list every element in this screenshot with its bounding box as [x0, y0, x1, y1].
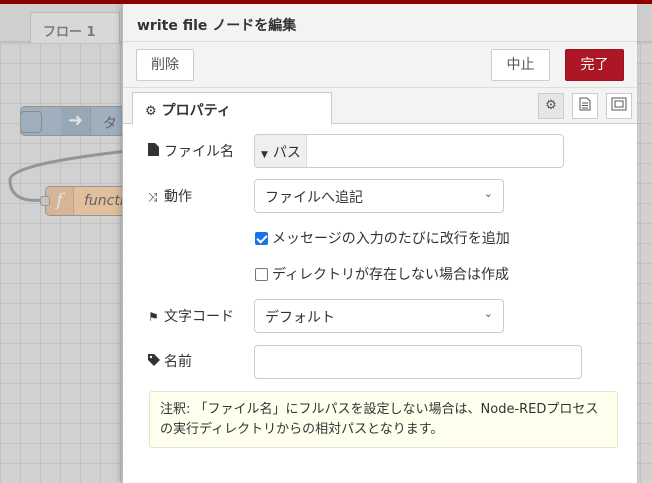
- name-label: 名前: [164, 354, 192, 370]
- tag-icon: [148, 354, 164, 369]
- append-newline-checkbox-row[interactable]: メッセージの入力のたびに改行を追加: [255, 228, 510, 248]
- tray-toolbar: 削除 中止 完了: [123, 42, 637, 88]
- create-dir-checkbox-row[interactable]: ディレクトリが存在しない場合は作成: [255, 264, 509, 284]
- caret-down-icon: ▼: [261, 150, 268, 160]
- cancel-button[interactable]: 中止: [491, 49, 550, 81]
- edit-tray: write file ノードを編集 削除 中止 完了 ⚙ プロパティ ⚙ ファイル…: [122, 4, 637, 483]
- tip-note: 注釈: 「ファイル名」にフルパスを設定しない場合は、Node-REDプロセスの実…: [149, 391, 618, 448]
- done-button[interactable]: 完了: [565, 49, 624, 81]
- filename-type-value: パス: [272, 145, 301, 161]
- create-dir-checkbox[interactable]: [255, 268, 268, 281]
- header-bar: [0, 0, 652, 4]
- create-dir-label: ディレクトリが存在しない場合は作成: [272, 267, 510, 283]
- properties-form: ファイル名 ▼ パス ⤨ 動作 ファイルへ追記 ⌄ メッセージの入力のたびに改行を追…: [123, 124, 637, 483]
- tray-title: write file ノードを編集: [123, 4, 637, 42]
- encoding-value: デフォルト: [265, 310, 335, 326]
- name-input[interactable]: [254, 345, 582, 379]
- chevron-down-icon: ⌄: [483, 307, 493, 320]
- name-row-label: 名前: [148, 351, 192, 371]
- action-select[interactable]: ファイルへ追記 ⌄: [254, 179, 504, 213]
- filename-label: ファイル名: [164, 144, 234, 160]
- flag-icon: ⚑: [148, 310, 159, 324]
- tab-properties-label: プロパティ: [161, 103, 231, 119]
- action-value: ファイルへ追記: [265, 190, 363, 206]
- action-label: 動作: [164, 189, 192, 205]
- tab-description-icon[interactable]: [572, 93, 598, 119]
- delete-button[interactable]: 削除: [136, 49, 194, 81]
- tab-appearance-icon[interactable]: [606, 93, 632, 119]
- encoding-label: 文字コード: [164, 309, 234, 325]
- filename-row-label: ファイル名: [148, 141, 234, 161]
- filename-type-select[interactable]: ▼ パス: [255, 135, 307, 167]
- frame-icon: [611, 97, 627, 111]
- chevron-down-icon: ⌄: [483, 187, 493, 200]
- file-icon: [148, 143, 164, 159]
- shuffle-icon: ⤨: [148, 190, 158, 204]
- encoding-select[interactable]: デフォルト ⌄: [254, 299, 504, 333]
- append-newline-checkbox[interactable]: [255, 232, 268, 245]
- filename-input[interactable]: ▼ パス: [254, 134, 564, 168]
- tray-tabs: ⚙ プロパティ ⚙: [123, 88, 637, 125]
- gear-icon: ⚙: [145, 104, 157, 119]
- document-icon: [579, 97, 591, 111]
- tab-settings-icon[interactable]: ⚙: [538, 93, 564, 119]
- encoding-row-label: ⚑ 文字コード: [148, 306, 234, 326]
- append-newline-label: メッセージの入力のたびに改行を追加: [272, 231, 510, 247]
- tab-properties[interactable]: ⚙ プロパティ: [132, 92, 332, 125]
- action-row-label: ⤨ 動作: [148, 186, 192, 206]
